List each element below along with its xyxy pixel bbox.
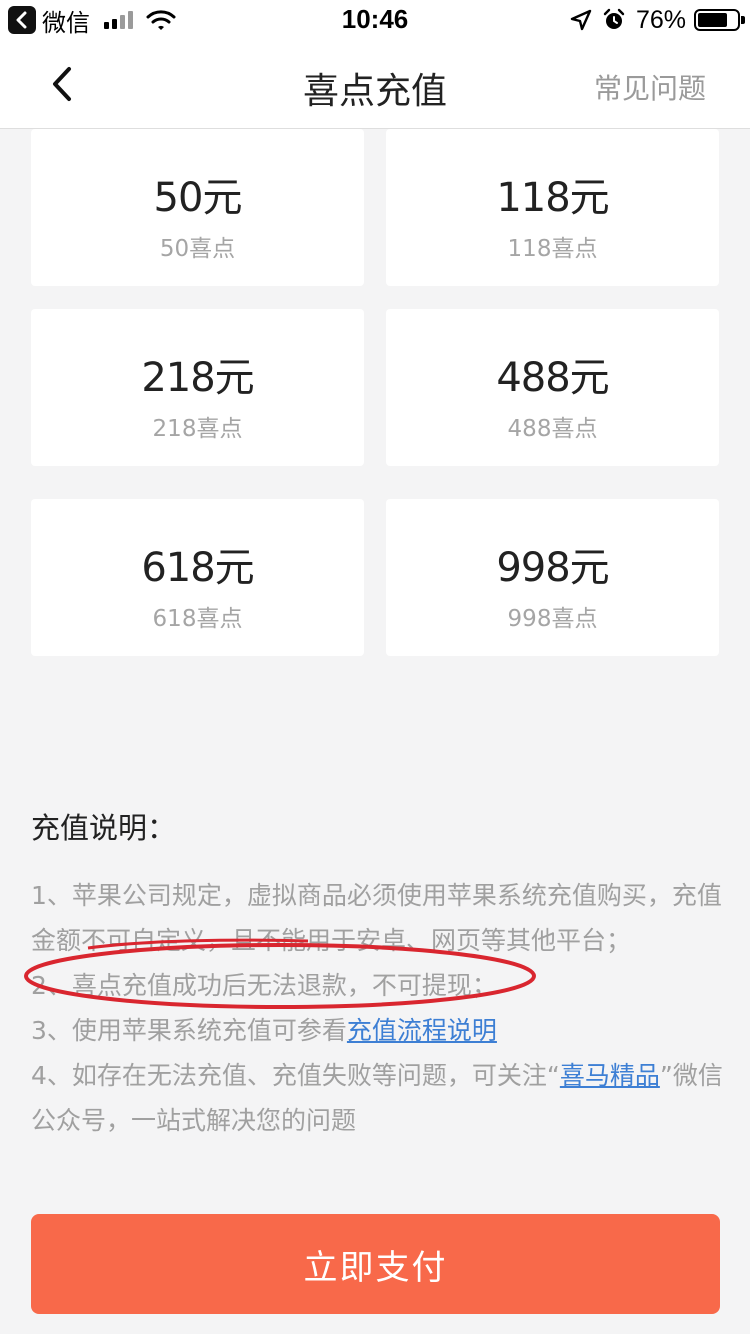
package-price: 118元 [496, 175, 609, 221]
note-item-3: 3、使用苹果系统充值可参看充值流程说明 [31, 1008, 723, 1053]
ximalaya-boutique-link[interactable]: 喜马精品 [560, 1061, 660, 1090]
package-points: 218喜点 [152, 416, 243, 442]
package-points: 118喜点 [507, 236, 598, 262]
note-item-2: 2、喜点充值成功后无法退款，不可提现； [31, 971, 497, 1000]
note-item-3-text: 3、使用苹果系统充值可参看 [31, 1016, 347, 1045]
package-card-488[interactable]: 488元 488喜点 [386, 309, 719, 466]
recharge-notes: 充值说明： 1、苹果公司规定，虚拟商品必须使用苹果系统充值购买，充值金额不可自定… [31, 805, 723, 1143]
package-points: 998喜点 [507, 606, 598, 632]
recharge-process-link[interactable]: 充值流程说明 [347, 1016, 497, 1045]
package-card-618[interactable]: 618元 618喜点 [31, 499, 364, 656]
package-points: 50喜点 [159, 236, 236, 262]
package-card-998[interactable]: 998元 998喜点 [386, 499, 719, 656]
package-card-118[interactable]: 118元 118喜点 [386, 129, 719, 286]
package-price: 488元 [496, 355, 609, 401]
location-arrow-icon [570, 9, 592, 31]
faq-link[interactable]: 常见问题 [594, 67, 706, 107]
battery-icon [694, 9, 745, 31]
package-card-50[interactable]: 50元 50喜点 [31, 129, 364, 286]
notes-title: 充值说明： [31, 811, 177, 845]
package-price: 998元 [496, 545, 609, 591]
battery-percent: 76% [635, 5, 686, 34]
status-bar: 微信 10:46 76% [0, 0, 750, 40]
status-right: 76% [560, 5, 745, 35]
nav-bar: 喜点充值 常见问题 [0, 40, 750, 129]
package-card-218[interactable]: 218元 218喜点 [31, 309, 364, 466]
note-item-4-text: 4、如存在无法充值、充值失败等问题，可关注“ [31, 1061, 560, 1090]
package-price: 618元 [141, 545, 254, 591]
package-points: 618喜点 [152, 606, 243, 632]
alarm-clock-icon [603, 8, 625, 29]
note-item-1: 1、苹果公司规定，虚拟商品必须使用苹果系统充值购买，充值金额不可自定义，且不能用… [31, 881, 722, 955]
package-points: 488喜点 [507, 416, 598, 442]
package-price: 218元 [141, 355, 254, 401]
pay-now-button[interactable]: 立即支付 [31, 1214, 720, 1314]
package-price: 50元 [153, 175, 243, 221]
note-item-4: 4、如存在无法充值、充值失败等问题，可关注“喜马精品”微信公众号，一站式解决您的… [31, 1053, 723, 1143]
